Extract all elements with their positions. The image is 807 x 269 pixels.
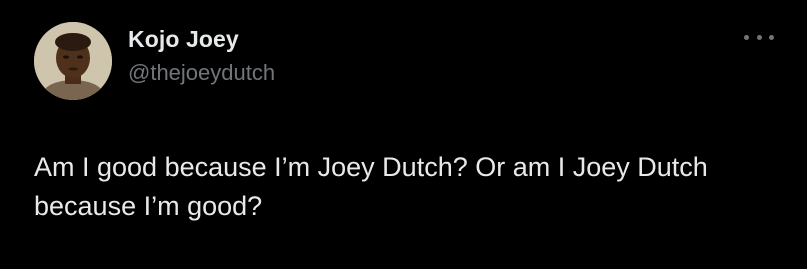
author-handle[interactable]: @thejoeydutch [128, 60, 275, 86]
more-dot [744, 34, 749, 40]
more-dot [756, 34, 762, 40]
avatar-image [34, 22, 112, 100]
tweet-card: Kojo Joey @thejoeydutch Am I good becaus… [0, 0, 807, 269]
author-name[interactable]: Kojo Joey [128, 26, 239, 53]
tweet-text: Am I good because I’m Joey Dutch? Or am … [34, 152, 708, 221]
more-horizontal-icon[interactable] [744, 30, 774, 44]
more-dot [769, 34, 774, 40]
avatar[interactable] [34, 22, 112, 100]
